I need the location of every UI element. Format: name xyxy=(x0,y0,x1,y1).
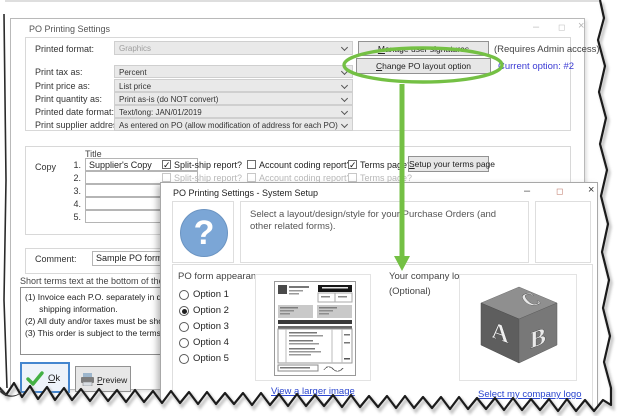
current-option-note: Current option: #2 xyxy=(498,61,574,72)
setup-message: Select a layout/design/style for your Pu… xyxy=(250,209,520,233)
copy-row-num: 2. xyxy=(67,173,81,183)
change-label: hange PO layout option xyxy=(382,61,471,71)
dialog-title: PO Printing Settings xyxy=(29,24,110,34)
message-box: Select a layout/design/style for your Pu… xyxy=(240,201,529,263)
po-appearance-radio[interactable] xyxy=(179,354,189,364)
manage-label: anage user signatures xyxy=(385,44,469,54)
print-price-label: Print price as: xyxy=(35,81,90,91)
option-label-2: Option 2 xyxy=(193,305,229,316)
company-logo-box: C A B xyxy=(459,274,577,381)
copy-row-num: 4. xyxy=(67,199,81,209)
close-icon[interactable]: × xyxy=(588,185,594,196)
setup-label: etup your terms page xyxy=(415,159,495,169)
maximize-icon[interactable]: ◻ xyxy=(558,22,565,33)
option-label-1: Option 1 xyxy=(193,289,229,300)
comment-label: Comment: xyxy=(35,254,77,264)
printed-format-dropdown[interactable]: Graphics xyxy=(114,41,353,55)
account-coding-label-1: Account coding report? xyxy=(259,160,352,170)
preview-button[interactable]: Preview xyxy=(75,366,131,392)
change-po-layout-button[interactable]: Change PO layout option xyxy=(356,58,491,74)
account-coding-checkbox-1[interactable] xyxy=(247,160,256,169)
close-icon[interactable]: × xyxy=(578,21,584,32)
select-company-logo-link[interactable]: Select my company logo xyxy=(478,389,582,400)
print-tax-dropdown[interactable]: Percent xyxy=(114,65,353,78)
print-tax-label: Print tax as: xyxy=(35,67,83,77)
print-supplier-label: Print supplier address: xyxy=(35,120,125,130)
account-coding-checkbox-2 xyxy=(247,173,256,182)
manage-accel: M xyxy=(378,44,385,54)
question-icon-box: ? xyxy=(172,201,234,263)
short-terms-label: Short terms text at the bottom of the do xyxy=(20,276,176,286)
ok-button[interactable]: Ok xyxy=(20,362,70,393)
po-form-preview-box xyxy=(255,274,371,381)
po-form-thumbnail xyxy=(274,281,356,376)
print-price-dropdown[interactable]: List price xyxy=(114,79,353,92)
po-appearance-radio[interactable] xyxy=(179,306,189,316)
ok-label: k xyxy=(55,373,60,384)
terms-page-checkbox-2 xyxy=(348,173,357,182)
setup-terms-page-button[interactable]: Setup your terms page xyxy=(408,156,489,172)
option-label-3: Option 3 xyxy=(193,321,229,332)
abc-cube-logo: C A B xyxy=(469,279,569,377)
option-label-5: Option 5 xyxy=(193,353,229,364)
print-quantity-dropdown[interactable]: Print as-is (do NOT convert) xyxy=(114,92,353,105)
print-quantity-label: Print quantity as: xyxy=(35,94,102,104)
printed-format-label: Printed format: xyxy=(35,44,94,54)
terms-page-checkbox-1[interactable]: ✓ xyxy=(348,160,357,169)
view-larger-image-link[interactable]: View a larger image xyxy=(271,386,355,397)
po-appearance-radio[interactable] xyxy=(179,338,189,348)
admin-note: (Requires Admin access) xyxy=(494,44,600,55)
company-logo-optional: (Optional) xyxy=(389,286,431,297)
split-ship-checkbox-2 xyxy=(162,173,171,182)
left-edge-line xyxy=(4,14,7,388)
screenshot-canvas: PO Printing Settings – ◻ × Printed forma… xyxy=(0,0,620,416)
copy-row-num: 1. xyxy=(67,160,81,170)
print-supplier-dropdown[interactable]: As entered on PO (allow modification of … xyxy=(114,118,353,131)
printer-icon xyxy=(80,373,95,386)
copy-label: Copy xyxy=(35,162,56,172)
po-appearance-radio[interactable] xyxy=(179,290,189,300)
system-setup-title: PO Printing Settings - System Setup xyxy=(173,188,318,198)
split-ship-label-1: Split-ship report? xyxy=(174,160,242,170)
option-label-4: Option 4 xyxy=(193,337,229,348)
copy-row-num: 5. xyxy=(67,212,81,222)
check-icon xyxy=(26,371,44,386)
po-appearance-radio[interactable] xyxy=(179,322,189,332)
copy-row-num: 3. xyxy=(67,186,81,196)
minimize-icon[interactable]: – xyxy=(533,22,539,33)
preview-label: review xyxy=(103,375,128,385)
terms-page-label-1: Terms page? xyxy=(360,160,412,170)
maximize-icon[interactable]: ◻ xyxy=(556,186,563,197)
minimize-icon[interactable]: – xyxy=(524,186,530,197)
manage-user-signatures-button[interactable]: Manage user signatures xyxy=(358,41,489,56)
spacer-box xyxy=(535,201,591,263)
printed-date-dropdown[interactable]: Text/long: JAN/01/2019 xyxy=(114,105,353,118)
split-ship-checkbox-1[interactable]: ✓ xyxy=(162,160,171,169)
printed-date-label: Printed date format: xyxy=(35,107,114,117)
system-setup-dialog: PO Printing Settings - System Setup – ◻ … xyxy=(160,182,598,416)
question-icon: ? xyxy=(180,209,228,257)
